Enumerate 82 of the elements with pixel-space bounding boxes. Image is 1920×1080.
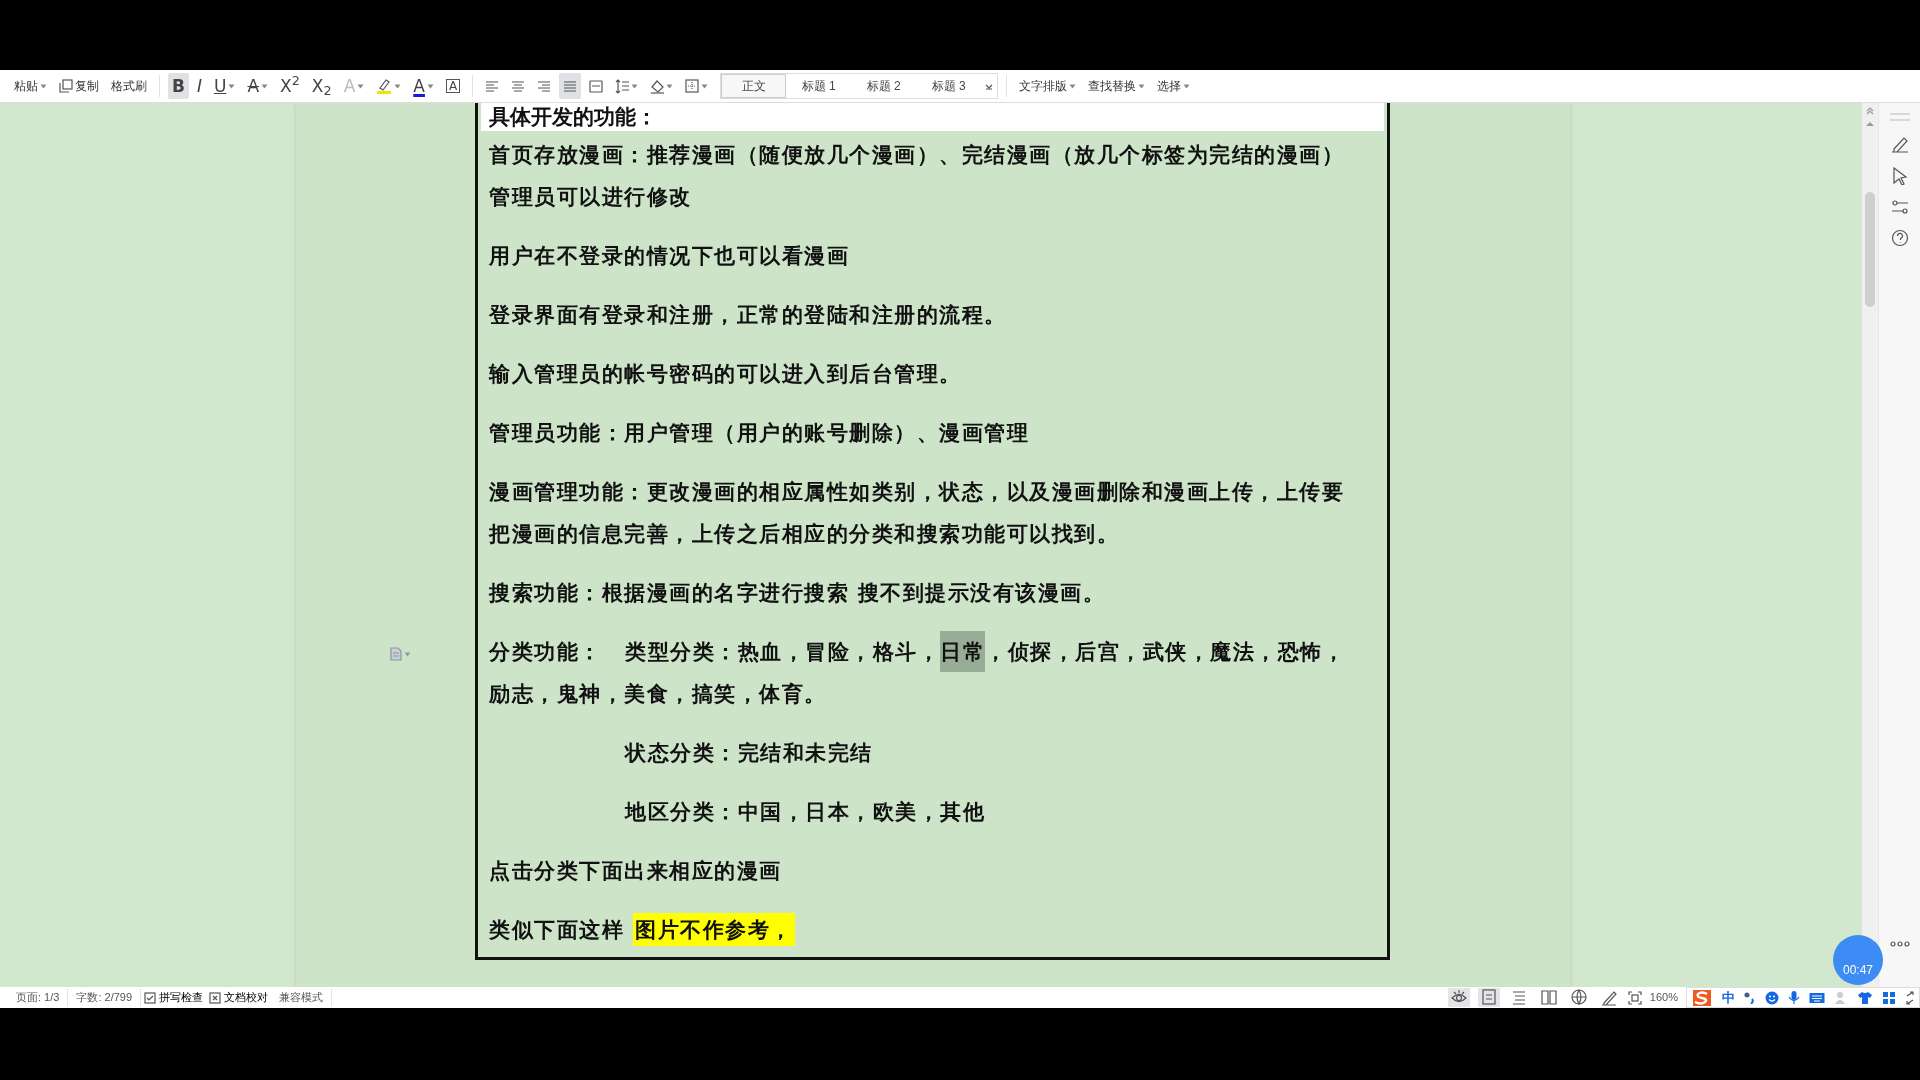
- align-right-icon: [537, 78, 552, 94]
- line-spacing-icon: [615, 78, 630, 94]
- text-line: 漫画管理功能：更改漫画的相应属性如类别，状态，以及漫画删除和漫画上传，上传要: [489, 479, 1344, 504]
- text-line: 管理员可以进行修改: [489, 184, 692, 209]
- status-text: 页面: 1/3: [8, 989, 69, 1006]
- copy-icon: [59, 79, 73, 93]
- format-button[interactable]: X$^{2}$: [276, 73, 304, 99]
- checkbox-icon: [144, 991, 157, 1004]
- align-left-icon: [485, 78, 500, 94]
- format-button[interactable]: A: [243, 73, 273, 99]
- punctuation-icon[interactable]: [1744, 991, 1756, 1004]
- highlighter-icon: [376, 78, 393, 94]
- text-line: 搜索功能：根据漫画的名字进行搜索 搜不到提示没有该漫画。: [489, 580, 1106, 605]
- pencil-icon: [1600, 989, 1617, 1006]
- expand-icon: [985, 82, 994, 92]
- s-logo-icon[interactable]: [1691, 987, 1713, 1008]
- view-button[interactable]: [1477, 988, 1500, 1007]
- text-line: 地区分类：中国，日本，欧美，其他: [625, 799, 985, 824]
- text-line: 管理员功能：用户管理（用户的账号删除）、漫画管理: [489, 420, 1029, 445]
- expand-arrows-icon[interactable]: [1905, 990, 1915, 1005]
- status-text: 字数: 2/799: [68, 989, 142, 1006]
- zoom-level: 160%: [1649, 990, 1678, 1006]
- emoji-icon[interactable]: [1765, 990, 1779, 1005]
- format-button[interactable]: A: [409, 73, 438, 99]
- text-line: 用户在不登录的情况下也可以看漫画: [489, 243, 849, 268]
- page-up-icon[interactable]: [1866, 107, 1874, 115]
- toolbar-button[interactable]: 格式刷: [107, 73, 151, 99]
- align-center-icon: [511, 78, 526, 94]
- proofread-button[interactable]: 文档校对: [206, 988, 272, 1007]
- caret-icon: [1069, 83, 1077, 89]
- timer-badge: 00:47: [1833, 935, 1883, 985]
- style-option[interactable]: 正文: [721, 74, 787, 98]
- scrollbar-thumb[interactable]: [1865, 192, 1875, 307]
- format-button[interactable]: I: [192, 73, 206, 99]
- microphone-icon[interactable]: [1788, 990, 1800, 1005]
- caret-icon: [1183, 83, 1191, 89]
- justify-icon: [563, 78, 578, 94]
- outline-view-icon: [1510, 989, 1527, 1006]
- format-button[interactable]: U: [210, 73, 240, 99]
- scroll-up-icon[interactable]: [1866, 121, 1874, 126]
- view-button[interactable]: [1447, 988, 1470, 1007]
- format-button[interactable]: X$_{2}$: [307, 73, 336, 99]
- help-icon[interactable]: [1890, 229, 1909, 247]
- caret-icon: [404, 651, 411, 657]
- caret-icon: [1138, 83, 1146, 89]
- fit-icon[interactable]: [1627, 990, 1642, 1005]
- toolbar-button[interactable]: 复制: [55, 73, 103, 99]
- shading-icon: [650, 78, 665, 94]
- text-line: 输入管理员的帐号密码的可以进入到后台管理。: [489, 361, 962, 386]
- cursor-icon[interactable]: [1891, 167, 1908, 185]
- grid-icon[interactable]: [1882, 990, 1896, 1005]
- text-line: 具体开发的功能：: [489, 103, 658, 131]
- book-icon: [1540, 989, 1557, 1006]
- cross-box-icon: [209, 991, 222, 1004]
- ime-mode[interactable]: 中: [1722, 987, 1735, 1008]
- borders-icon: [685, 78, 700, 94]
- spell-check-button[interactable]: 拼写检查: [141, 988, 207, 1007]
- paragraph-button[interactable]: [559, 73, 582, 99]
- distribute-icon: [589, 78, 604, 94]
- toolbar-button[interactable]: 粘贴: [10, 73, 51, 99]
- shirt-icon[interactable]: [1857, 990, 1873, 1005]
- text-line: 励志，鬼神，美食，搞笑，体育。: [489, 681, 827, 706]
- toolbar-menu[interactable]: 查找替换: [1084, 73, 1150, 99]
- text-label: 类似下面这样: [489, 916, 625, 944]
- sliders-icon[interactable]: [1890, 199, 1909, 215]
- more-icon[interactable]: [1889, 941, 1910, 947]
- text-label: 分类功能：: [489, 638, 603, 666]
- format-button[interactable]: A: [441, 73, 465, 99]
- toolbar-menu[interactable]: 文字排版: [1015, 73, 1081, 99]
- text-line: 状态分类：完结和未完结: [625, 740, 873, 765]
- text-line: 类型分类：热血，冒险，格斗，日常，侦探，后宫，武侠，魔法，恐怖，: [625, 631, 1345, 672]
- format-button[interactable]: B: [168, 73, 189, 99]
- globe-icon: [1570, 989, 1587, 1006]
- page-view-icon: [1480, 989, 1497, 1006]
- text-line: 首页存放漫画：推荐漫画（随便放几个漫画）、完结漫画（放几个标签为完结的漫画）: [489, 142, 1344, 167]
- text-line: 点击分类下面出来相应的漫画: [489, 858, 782, 883]
- status-text: 兼容模式: [271, 989, 333, 1006]
- text-line: 登录界面有登录和注册，正常的登陆和注册的流程。: [489, 302, 1007, 327]
- text-line: 把漫画的信息完善，上传之后相应的分类和搜索功能可以找到。: [489, 521, 1119, 546]
- pen-icon[interactable]: [1890, 135, 1909, 153]
- keyboard-icon[interactable]: [1809, 991, 1825, 1004]
- toolbar-menu[interactable]: 选择: [1153, 73, 1195, 99]
